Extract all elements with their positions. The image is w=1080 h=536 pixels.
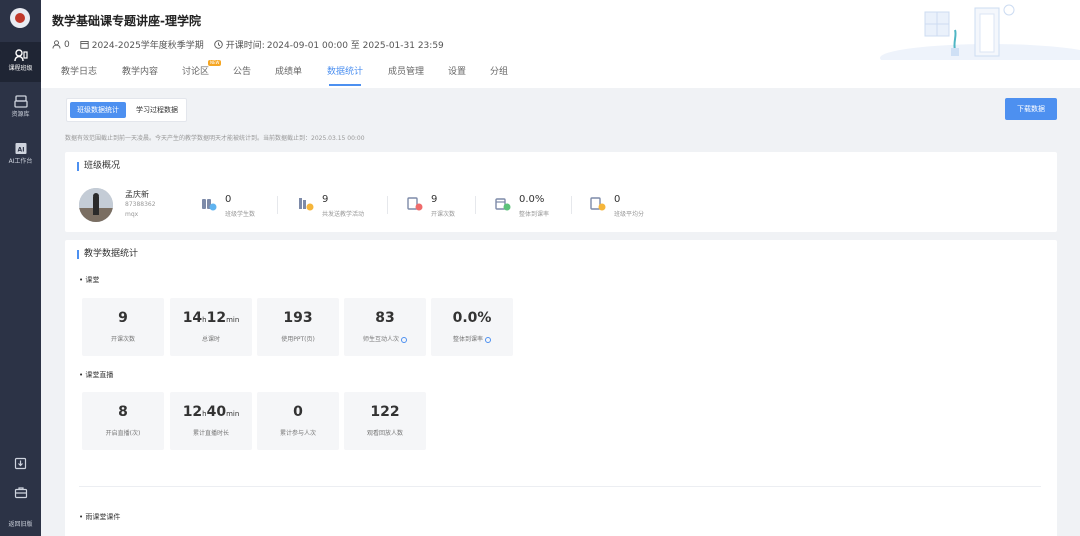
sidebar-item-library[interactable]: 资源库 (0, 95, 41, 119)
toggle-class-stats[interactable]: 班级数据统计 (70, 102, 126, 118)
import-icon (14, 457, 27, 470)
library-icon (13, 95, 28, 108)
tab-discussion[interactable]: 讨论区 NEW (182, 60, 222, 88)
stat-card: 0.0% 整体到课率 (431, 298, 513, 356)
stat-card: 0 累计参与人次 (257, 392, 339, 450)
stat-card: 8 开启直播(次) (82, 392, 164, 450)
divider (79, 486, 1041, 487)
sidebar-item-label: 资源库 (11, 111, 30, 118)
stats-type-toggle: 班级数据统计 学习过程数据 (66, 98, 187, 122)
tab-announcement[interactable]: 公告 (233, 66, 251, 88)
section-label-classroom: • 课堂 (79, 276, 100, 284)
new-badge: NEW (208, 60, 222, 66)
svg-text:AI: AI (17, 147, 24, 154)
teacher-id: 87388362 (125, 201, 156, 208)
sidebar: 课程班级 资源库 AI AI工作台 返回旧版 (0, 0, 41, 536)
tab-groups[interactable]: 分组 (490, 66, 508, 88)
teaching-title: 教学数据统计 (77, 250, 138, 259)
toolbox-button[interactable] (0, 486, 41, 502)
teacher-username: mqx (125, 211, 139, 218)
semester: 2024-2025学年度秋季学期 (91, 41, 204, 51)
person-icon (52, 40, 61, 49)
lessons-icon (407, 197, 423, 211)
import-button[interactable] (0, 457, 41, 473)
stat-card: 83 师生互动人次 (344, 298, 426, 356)
class-overview-card: 班级概况 孟庆新 87388362 mqx 0 班级学生数 9 共发送教学活动 … (65, 152, 1057, 232)
tab-teaching-content[interactable]: 教学内容 (122, 66, 158, 88)
average-score-icon (590, 197, 606, 211)
data-range-note: 数据有效范围截止到前一天凌晨。今天产生的教学数据明天才能被统计到。当前数据截止到… (65, 135, 365, 142)
class-icon (13, 49, 28, 62)
header-illustration (880, 4, 1080, 60)
stat-card: 12h40min 累计直播时长 (170, 392, 252, 450)
avatar (79, 188, 113, 222)
info-icon[interactable] (485, 336, 491, 343)
course-title: 数学基础课专题讲座-理学院 (52, 14, 201, 28)
calendar-icon (80, 41, 89, 49)
attendance-icon (495, 198, 511, 211)
course-meta: 0 2024-2025学年度秋季学期 开课时间: 2024-09-01 00:0… (52, 38, 454, 51)
stat-card: 14h12min 总课时 (170, 298, 252, 356)
time-label: 开课时间: (225, 41, 265, 51)
back-to-old-version-link[interactable]: 返回旧版 (0, 521, 41, 529)
students-icon (202, 199, 217, 211)
people-count: 0 (64, 39, 70, 50)
section-label-courseware: • 雨课堂课件 (79, 513, 121, 521)
tab-statistics[interactable]: 数据统计 (327, 66, 363, 88)
download-data-button[interactable]: 下载数据 (1005, 98, 1057, 120)
time-value: 2024-09-01 00:00 至 2025-01-31 23:59 (266, 41, 444, 51)
tab-members[interactable]: 成员管理 (388, 66, 424, 88)
teaching-data-card: 教学数据统计 • 课堂 9 开课次数 14h12min 总课时 193 使用PP… (65, 240, 1057, 536)
sidebar-bottom-label: 返回旧版 (8, 521, 33, 528)
stat-card: 193 使用PPT(页) (257, 298, 339, 356)
tab-teaching-log[interactable]: 教学日志 (61, 66, 97, 88)
tab-grades[interactable]: 成绩单 (275, 66, 302, 88)
teacher-name: 孟庆新 (125, 190, 149, 199)
sidebar-item-ai[interactable]: AI AI工作台 (0, 142, 41, 166)
clock-icon (214, 40, 223, 49)
toggle-learning-process[interactable]: 学习过程数据 (129, 102, 185, 118)
course-header: 数学基础课专题讲座-理学院 0 2024-2025学年度秋季学期 开课时间: 2… (41, 0, 1080, 88)
overview-title: 班级概况 (77, 162, 120, 171)
activities-icon (299, 198, 314, 211)
briefcase-icon (14, 487, 27, 499)
stat-card: 9 开课次数 (82, 298, 164, 356)
sidebar-item-class[interactable]: 课程班级 (0, 42, 41, 82)
ai-icon: AI (15, 143, 26, 154)
sidebar-item-label: 课程班级 (8, 65, 33, 72)
app-logo-icon[interactable] (10, 8, 30, 28)
sidebar-item-label: AI工作台 (8, 158, 33, 165)
info-icon[interactable] (401, 336, 407, 343)
section-label-live: • 课堂直播 (79, 371, 114, 379)
tab-settings[interactable]: 设置 (448, 66, 466, 88)
stat-card: 122 观看回放人数 (344, 392, 426, 450)
